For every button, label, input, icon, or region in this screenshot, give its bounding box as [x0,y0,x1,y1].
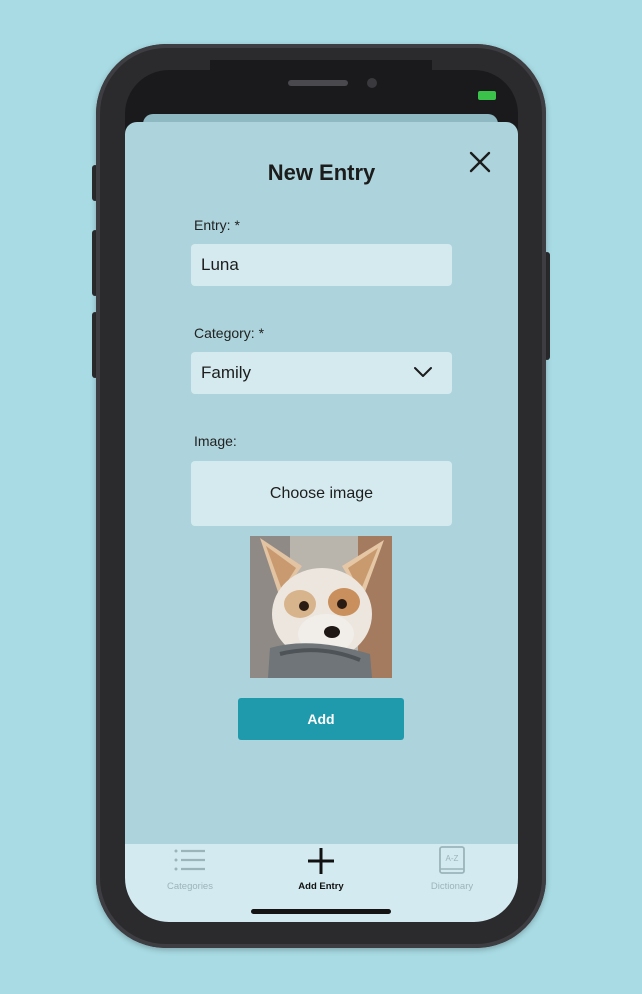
selected-image-preview [250,536,392,678]
category-label: Category: * [194,325,265,341]
category-select[interactable]: Family [191,352,452,394]
book-az-icon: A-Z [439,846,465,874]
speaker [288,80,348,86]
svg-text:A-Z: A-Z [446,854,459,863]
tab-categories[interactable]: Categories [135,846,245,892]
page-title: New Entry [267,160,376,185]
category-value: Family [201,363,252,382]
image-label: Image: [194,433,237,449]
tab-dictionary[interactable]: A-Z Dictionary [397,846,507,892]
tab-add-entry-label: Add Entry [298,881,344,892]
battery-icon [478,91,496,100]
front-camera [367,78,377,88]
plus-icon [308,848,334,874]
list-icon [174,849,205,871]
entry-label: Entry: * [194,217,240,233]
tab-add-entry[interactable]: Add Entry [266,846,376,892]
home-indicator [251,909,391,914]
tab-dictionary-label: Dictionary [430,881,474,892]
choose-image-button[interactable]: Choose image [191,461,452,526]
entry-input[interactable]: Luna [191,244,452,286]
chevron-down-icon [414,367,432,377]
entry-value: Luna [201,255,239,274]
add-button[interactable]: Add [238,698,404,740]
dog-photo [250,536,392,678]
tab-categories-label: Categories [167,881,213,892]
close-icon[interactable] [466,148,494,176]
